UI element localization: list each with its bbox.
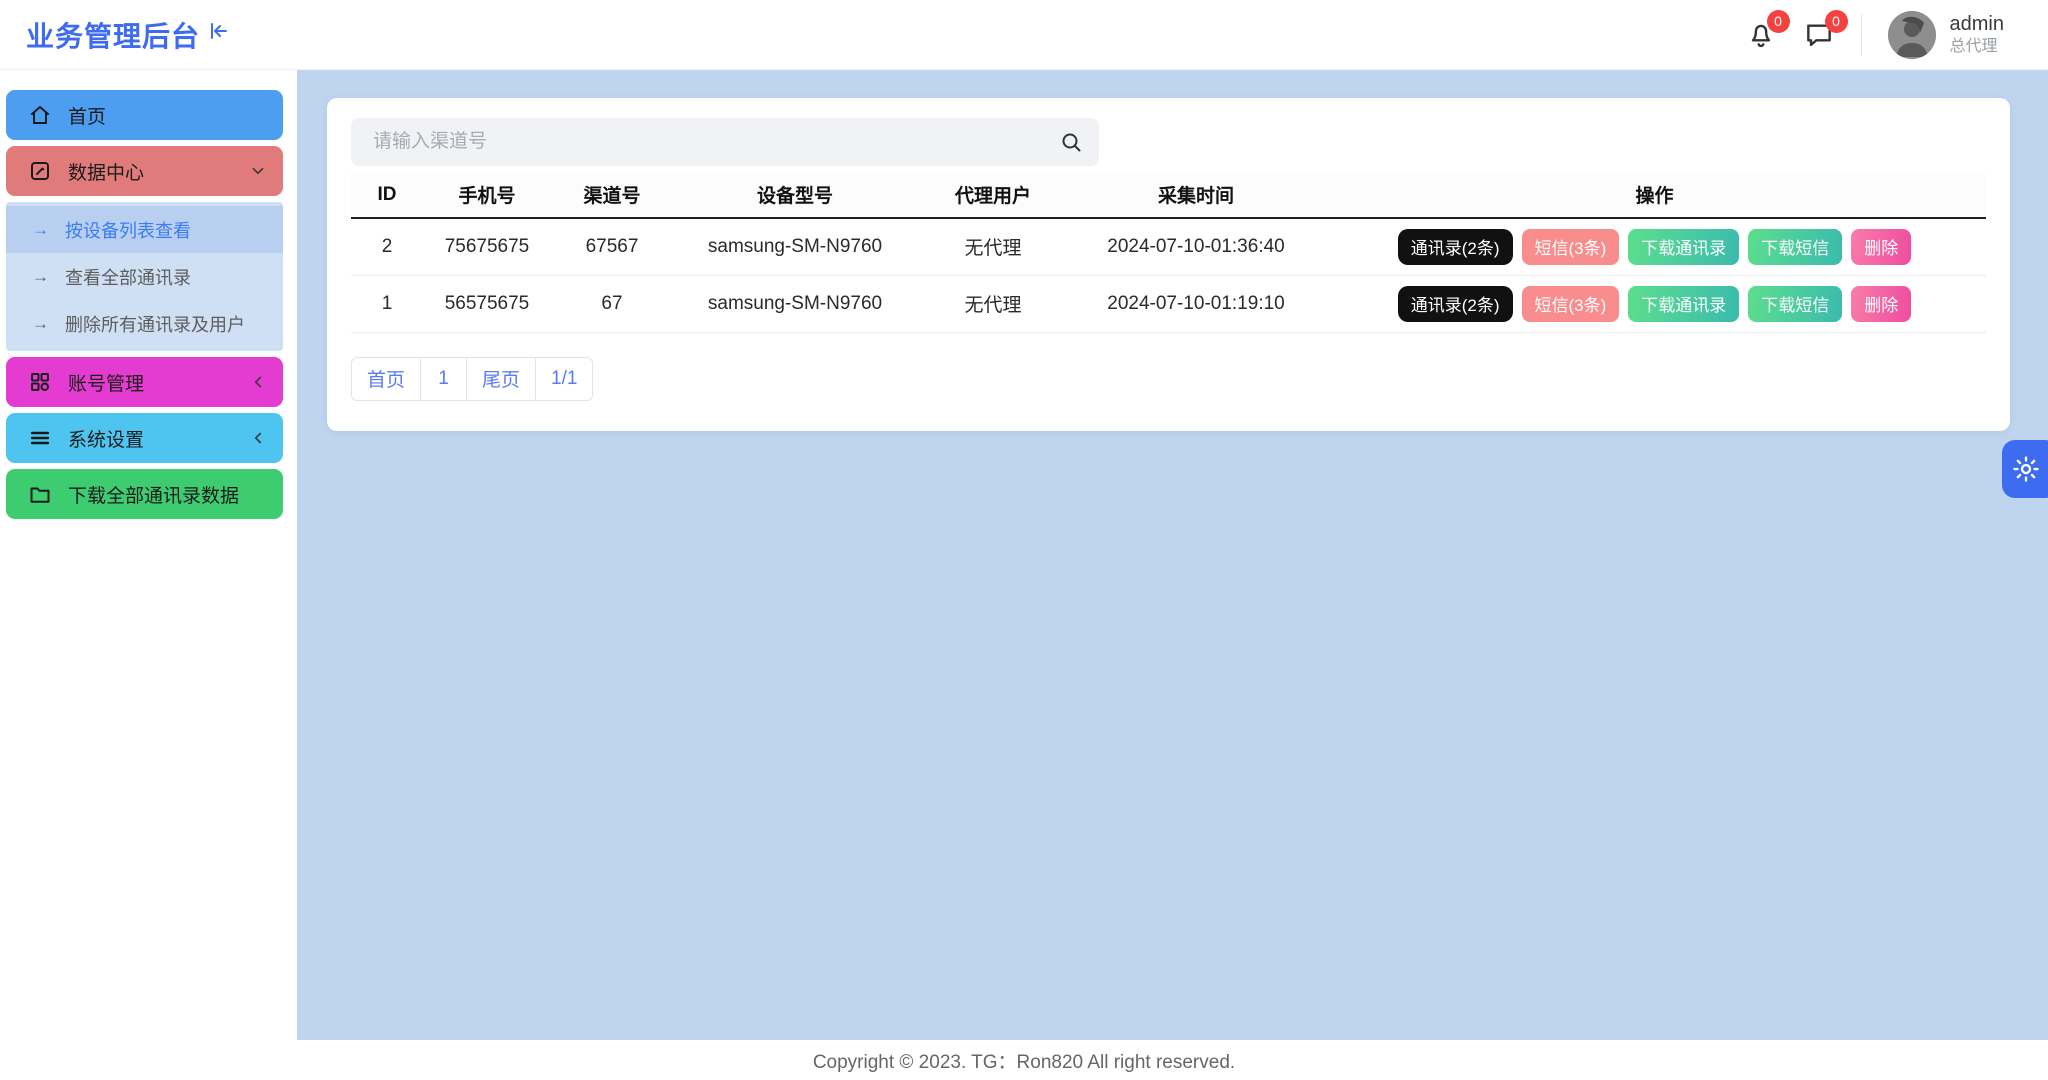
messages-button[interactable]: 0 xyxy=(1803,9,1848,51)
sidebar-item-label: 下载全部通讯录数据 xyxy=(68,485,240,507)
data-center-submenu: → 按设备列表查看 → 查看全部通讯录 → 删除所有通讯录及用户 xyxy=(6,202,283,351)
user-role: 总代理 xyxy=(1949,38,1998,55)
submenu-item-view-all-contacts[interactable]: → 查看全部通讯录 xyxy=(6,253,283,300)
footer: Copyright © 2023. TG：Ron820 All right re… xyxy=(0,1040,2048,1080)
col-time: 采集时间 xyxy=(1069,172,1323,219)
download-sms-button[interactable]: 下载短信 xyxy=(1748,285,1843,322)
cell-channel: 67 xyxy=(551,275,673,333)
table-header-row: ID 手机号 渠道号 设备型号 代理用户 采集时间 操作 xyxy=(351,172,1986,219)
device-list-card: ID 手机号 渠道号 设备型号 代理用户 采集时间 操作 2 75675675 … xyxy=(327,98,2010,431)
sidebar-item-home[interactable]: 首页 xyxy=(6,90,283,140)
user-meta: admin 总代理 xyxy=(1950,12,2004,57)
col-channel: 渠道号 xyxy=(551,172,673,219)
main-content: ID 手机号 渠道号 设备型号 代理用户 采集时间 操作 2 75675675 … xyxy=(297,70,2048,1040)
delete-button[interactable]: 删除 xyxy=(1851,228,1912,265)
chevron-left-icon xyxy=(249,373,267,391)
hamburger-icon xyxy=(28,426,52,450)
contacts-button[interactable]: 通讯录(2条) xyxy=(1397,228,1513,265)
folder-icon xyxy=(28,482,52,506)
pagination-ratio: 1/1 xyxy=(536,356,594,401)
search-input[interactable] xyxy=(373,131,1059,153)
cell-agent: 无代理 xyxy=(917,218,1069,276)
notifications-button[interactable]: 0 xyxy=(1745,9,1790,51)
app-title: 业务管理后台 xyxy=(26,20,201,52)
sidebar-item-accounts[interactable]: 账号管理 xyxy=(6,357,283,407)
contacts-button[interactable]: 通讯录(2条) xyxy=(1397,285,1513,322)
cell-time: 2024-07-10-01:19:10 xyxy=(1069,275,1323,333)
cell-phone: 56575675 xyxy=(423,275,551,333)
brand: 业务管理后台 xyxy=(0,15,297,55)
chevron-left-icon xyxy=(249,429,267,447)
topbar-right: 0 0 admin 总代理 xyxy=(1745,9,2048,59)
submenu-item-device-list[interactable]: → 按设备列表查看 xyxy=(6,206,283,253)
arrow-right-icon: → xyxy=(32,219,49,239)
home-icon xyxy=(28,103,52,127)
pagination: 首页 1 尾页 1/1 xyxy=(351,356,1986,401)
cell-device: samsung-SM-N9760 xyxy=(673,218,917,276)
pagination-last[interactable]: 尾页 xyxy=(467,356,537,401)
cell-channel: 67567 xyxy=(551,218,673,276)
topbar: 业务管理后台 0 0 admin 总代理 xyxy=(0,0,2048,70)
sidebar: 首页 数据中心 → 按设备列表查看 → 查看全部通讯录 → 删除所有通讯录及用户 xyxy=(0,70,297,1040)
user-menu[interactable]: admin 总代理 xyxy=(1887,10,2004,59)
cell-id: 2 xyxy=(351,218,423,276)
topbar-divider xyxy=(1860,13,1862,56)
pagination-page-1[interactable]: 1 xyxy=(421,356,468,401)
collapse-sidebar-icon[interactable] xyxy=(206,19,230,43)
table-row: 2 75675675 67567 samsung-SM-N9760 无代理 20… xyxy=(351,218,1986,276)
sidebar-item-data-center[interactable]: 数据中心 xyxy=(6,146,283,196)
col-id: ID xyxy=(351,172,423,219)
arrow-right-icon: → xyxy=(32,266,49,286)
submenu-item-label: 查看全部通讯录 xyxy=(65,267,191,288)
download-contacts-button[interactable]: 下载通讯录 xyxy=(1628,285,1740,322)
table-row: 1 56575675 67 samsung-SM-N9760 无代理 2024-… xyxy=(351,275,1986,333)
sidebar-item-label: 账号管理 xyxy=(68,373,145,395)
col-agent: 代理用户 xyxy=(917,172,1069,219)
cell-device: samsung-SM-N9760 xyxy=(673,275,917,333)
chevron-down-icon xyxy=(249,162,267,180)
submenu-item-label: 删除所有通讯录及用户 xyxy=(65,314,245,335)
sidebar-item-label: 数据中心 xyxy=(68,162,145,184)
sidebar-item-download-all[interactable]: 下载全部通讯录数据 xyxy=(6,469,283,519)
download-contacts-button[interactable]: 下载通讯录 xyxy=(1628,228,1740,265)
copyright-text: Copyright © 2023. TG：Ron820 All right re… xyxy=(812,1051,1236,1073)
sms-button[interactable]: 短信(3条) xyxy=(1521,228,1620,265)
search-bar xyxy=(351,118,1099,166)
sms-button[interactable]: 短信(3条) xyxy=(1521,285,1620,322)
col-phone: 手机号 xyxy=(423,172,551,219)
sidebar-item-label: 首页 xyxy=(68,106,107,128)
row-actions: 通讯录(2条) 短信(3条) 下载通讯录 下载短信 删除 xyxy=(1323,228,1986,265)
cell-time: 2024-07-10-01:36:40 xyxy=(1069,218,1323,276)
submenu-item-delete-all[interactable]: → 删除所有通讯录及用户 xyxy=(6,300,283,347)
cell-phone: 75675675 xyxy=(423,218,551,276)
user-name: admin xyxy=(1949,13,2004,35)
arrow-right-icon: → xyxy=(32,313,49,333)
pagination-first[interactable]: 首页 xyxy=(351,356,422,401)
delete-button[interactable]: 删除 xyxy=(1851,285,1912,322)
search-icon[interactable] xyxy=(1059,130,1083,154)
grid-icon xyxy=(28,370,52,394)
sidebar-item-label: 系统设置 xyxy=(68,429,145,451)
submenu-item-label: 按设备列表查看 xyxy=(65,220,191,241)
device-table: ID 手机号 渠道号 设备型号 代理用户 采集时间 操作 2 75675675 … xyxy=(351,172,1986,333)
col-actions: 操作 xyxy=(1323,172,1986,219)
notification-badge: 0 xyxy=(1766,9,1790,33)
col-device: 设备型号 xyxy=(673,172,917,219)
message-badge: 0 xyxy=(1824,9,1848,33)
row-actions: 通讯录(2条) 短信(3条) 下载通讯录 下载短信 删除 xyxy=(1323,285,1986,322)
download-sms-button[interactable]: 下载短信 xyxy=(1748,228,1843,265)
avatar xyxy=(1887,10,1936,59)
cell-id: 1 xyxy=(351,275,423,333)
cell-agent: 无代理 xyxy=(917,275,1069,333)
sidebar-item-system-settings[interactable]: 系统设置 xyxy=(6,413,283,463)
edit-square-icon xyxy=(28,159,52,183)
settings-fab[interactable] xyxy=(2002,440,2048,498)
gear-icon xyxy=(2011,454,2041,484)
